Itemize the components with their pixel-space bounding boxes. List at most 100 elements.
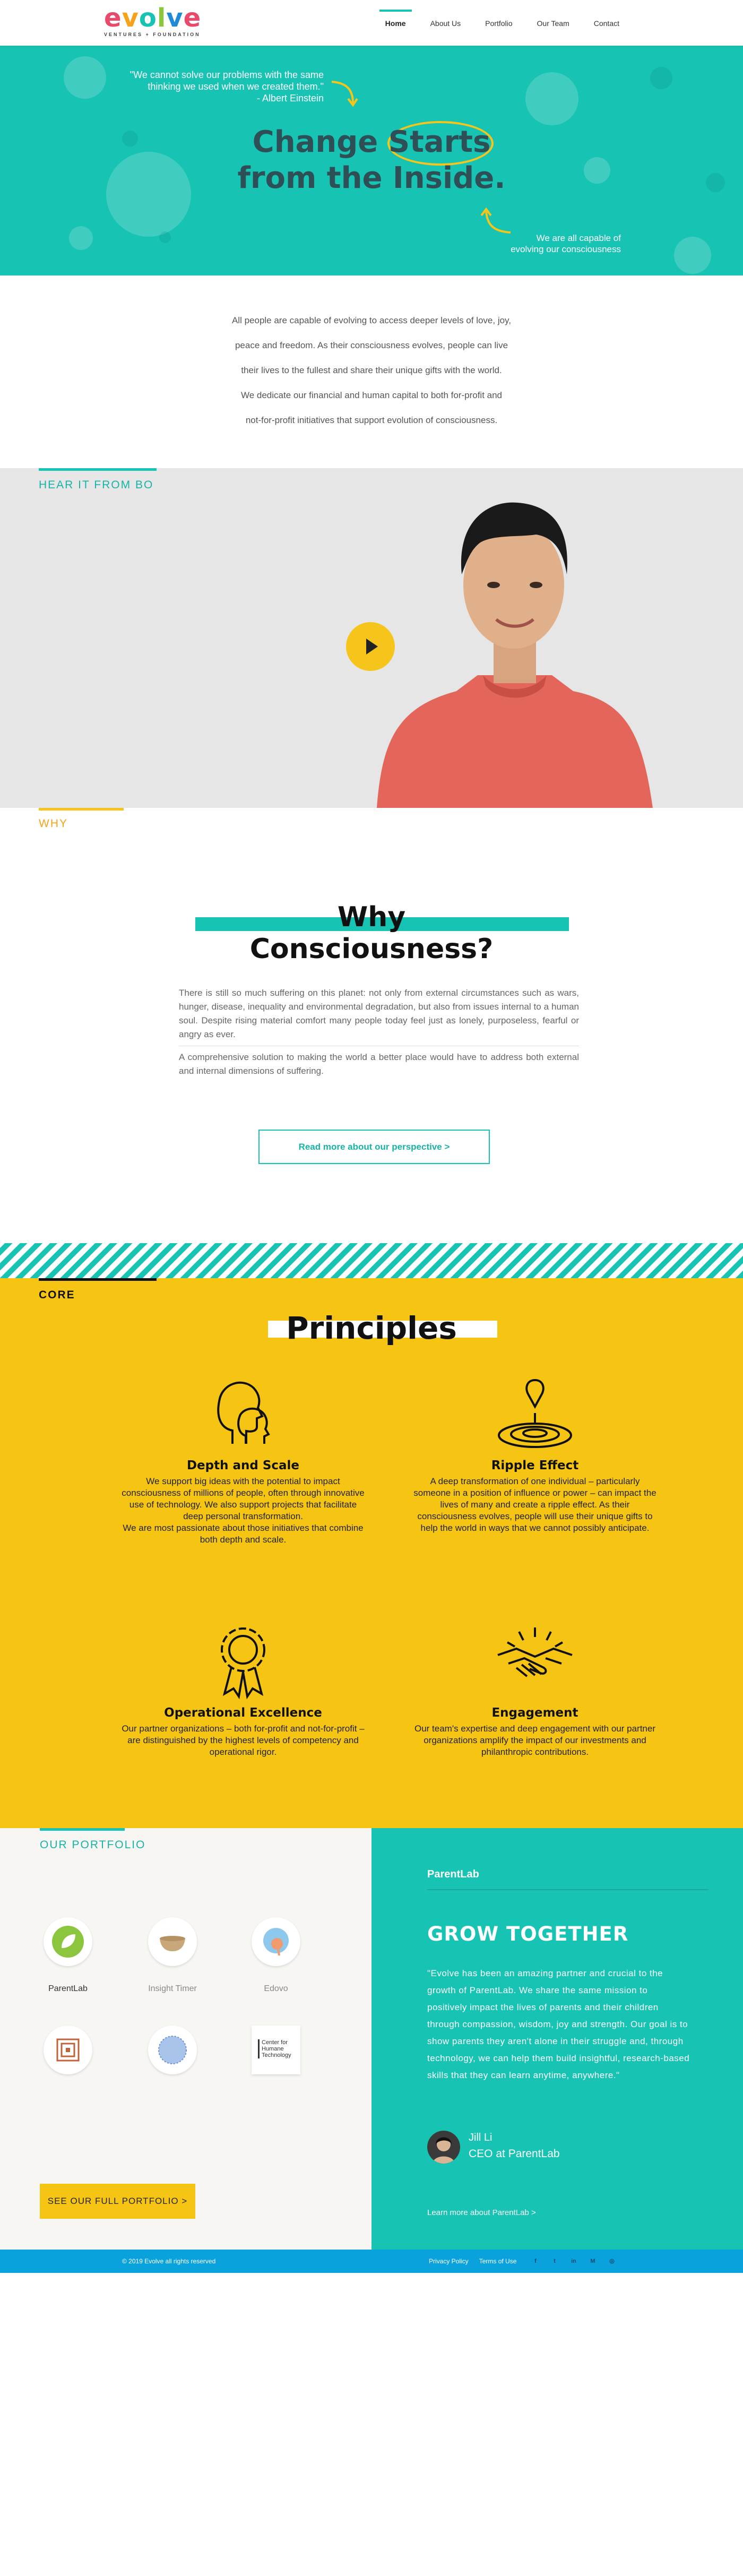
copyright: © 2019 Evolve all rights reserved [122,2258,216,2265]
nav-links: Home About Us Portfolio Our Team Contact [373,0,632,46]
quote-line: "We cannot solve our problems with the s… [129,70,324,80]
principle-title: Operational Excellence [164,1706,322,1720]
hero-note: We are all capable of evolving our consc… [467,232,621,255]
striped-divider [0,1243,743,1278]
quote-author: - Albert Einstein [256,93,324,104]
hero-title: Change Starts from the Inside. [212,124,531,196]
testimonial-role: CEO at ParentLab [469,2148,560,2160]
play-button[interactable] [346,622,395,671]
footer: © 2019 Evolve all rights reserved Privac… [0,2250,743,2273]
section-bar [39,468,157,471]
learn-more-link[interactable]: Learn more about ParentLab > [427,2208,536,2217]
testimonial-panel: ParentLab GROW TOGETHER "Evolve has been… [372,1828,743,2250]
principle-ripple-effect: Ripple Effect A deep transformation of o… [413,1369,657,1534]
decor-bubble [706,173,725,192]
video-section-label: HEAR IT FROM BO [39,479,154,491]
principle-title: Depth and Scale [186,1459,300,1472]
footer-links: Privacy Policy Terms of Use [429,2258,516,2265]
principles-section: CORE Principles Depth and Scale We suppo… [0,1278,743,1828]
insight-timer-logo[interactable] [148,1917,197,1966]
portfolio-name: Insight Timer [148,1984,197,1993]
portfolio-section: OUR PORTFOLIO ParentLab Insight Timer Ed… [0,1828,372,2250]
globe-logo[interactable] [148,2026,197,2074]
nav-portfolio[interactable]: Portfolio [473,0,524,46]
edovo-logo[interactable] [252,1917,300,1966]
section-bar [39,1278,157,1281]
top-navigation: evolve VENTURES + FOUNDATION Home About … [0,0,743,46]
hero-note-line: We are all capable of [536,233,621,243]
arrow-down-icon [331,81,358,107]
evolve-logo[interactable]: evolve VENTURES + FOUNDATION [104,5,201,37]
video-section: HEAR IT FROM BO [0,468,743,808]
medium-icon[interactable]: M [588,2256,598,2266]
center-humane-tech-logo[interactable]: Center for Humane Technology [252,2026,300,2074]
speaker-photo [377,502,653,808]
portfolio-section-label: OUR PORTFOLIO [40,1839,146,1851]
quote-line: thinking we used when we created them." [148,81,324,92]
portfolio-name: ParentLab [48,1984,88,1993]
core-section-label: CORE [39,1289,75,1301]
parentlab-logo[interactable] [44,1917,92,1966]
privacy-policy-link[interactable]: Privacy Policy [429,2258,469,2265]
maze-logo[interactable] [44,2026,92,2074]
decor-bubble [159,231,171,243]
testimonial-quote: "Evolve has been an amazing partner and … [427,1968,690,2080]
principle-operational-excellence: Operational Excellence Our partner organ… [121,1617,365,1758]
avatar [427,2131,460,2164]
read-perspective-button[interactable]: Read more about our perspective > [258,1130,490,1164]
nav-contact[interactable]: Contact [582,0,632,46]
principle-desc: We are most passionate about those initi… [123,1523,364,1545]
nav-home[interactable]: Home [373,0,418,46]
testimonial-company: ParentLab [427,1868,479,1880]
ripple-icon [498,1379,572,1448]
divider [427,1889,709,1890]
decor-bubble [674,237,711,274]
intro-line: their lives to the fullest and share the… [241,365,502,375]
principle-desc: Our team's expertise and deep engagement… [414,1724,655,1757]
heads-icon [217,1381,270,1444]
facebook-icon[interactable]: f [531,2256,540,2266]
intro-line: not-for-profit initiatives that support … [245,415,498,425]
why-section-label: WHY [39,817,68,830]
arrow-up-icon [480,207,511,234]
decor-bubble [106,152,191,237]
portfolio-name: Edovo [264,1984,288,1993]
why-title: Why Consciousness? [249,901,494,965]
why-paragraph: A comprehensive solution to making the w… [179,1052,579,1076]
why-paragraph: There is still so much suffering on this… [179,986,579,1046]
logo-subtitle: VENTURES + FOUNDATION [104,32,201,37]
award-gear-icon [221,1627,265,1700]
einstein-quote: "We cannot solve our problems with the s… [90,69,324,104]
testimonial-name: Jill Li [469,2132,493,2143]
hero-banner: "We cannot solve our problems with the s… [0,46,743,275]
section-bar [40,1828,125,1831]
principle-title: Engagement [491,1706,578,1720]
hero-note-line: evolving our consciousness [511,244,621,254]
handshake-icon [497,1627,573,1677]
why-body: There is still so much suffering on this… [179,986,579,1078]
intro-line: All people are capable of evolving to ac… [231,315,512,325]
twitter-icon[interactable]: t [550,2256,559,2266]
intro-line: peace and freedom. As their consciousnes… [235,340,508,350]
decor-bubble [122,131,138,147]
social-links: f t in M ◎ [531,2256,617,2266]
terms-of-use-link[interactable]: Terms of Use [479,2258,517,2265]
intro-text: All people are capable of evolving to ac… [159,308,584,433]
nav-about-us[interactable]: About Us [418,0,473,46]
section-bar [39,808,124,811]
principle-depth-scale: Depth and Scale We support big ideas wit… [121,1369,365,1546]
decor-bubble [69,226,93,250]
testimonial-heading: GROW TOGETHER [427,1923,629,1945]
principle-title: Ripple Effect [491,1459,579,1472]
linkedin-icon[interactable]: in [569,2256,578,2266]
intro-line: We dedicate our financial and human capi… [240,390,503,400]
principles-title: Principles [286,1310,457,1346]
hero-title-word: Starts [388,125,491,159]
principle-desc: Our partner organizations – both for-pro… [122,1724,365,1757]
hero-title-line: from the Inside. [237,161,506,195]
principle-desc: A deep transformation of one individual … [413,1476,656,1533]
instagram-icon[interactable]: ◎ [607,2256,617,2266]
full-portfolio-button[interactable]: SEE OUR FULL PORTFOLIO > [40,2184,195,2219]
decor-bubble [584,157,610,184]
nav-our-team[interactable]: Our Team [525,0,582,46]
